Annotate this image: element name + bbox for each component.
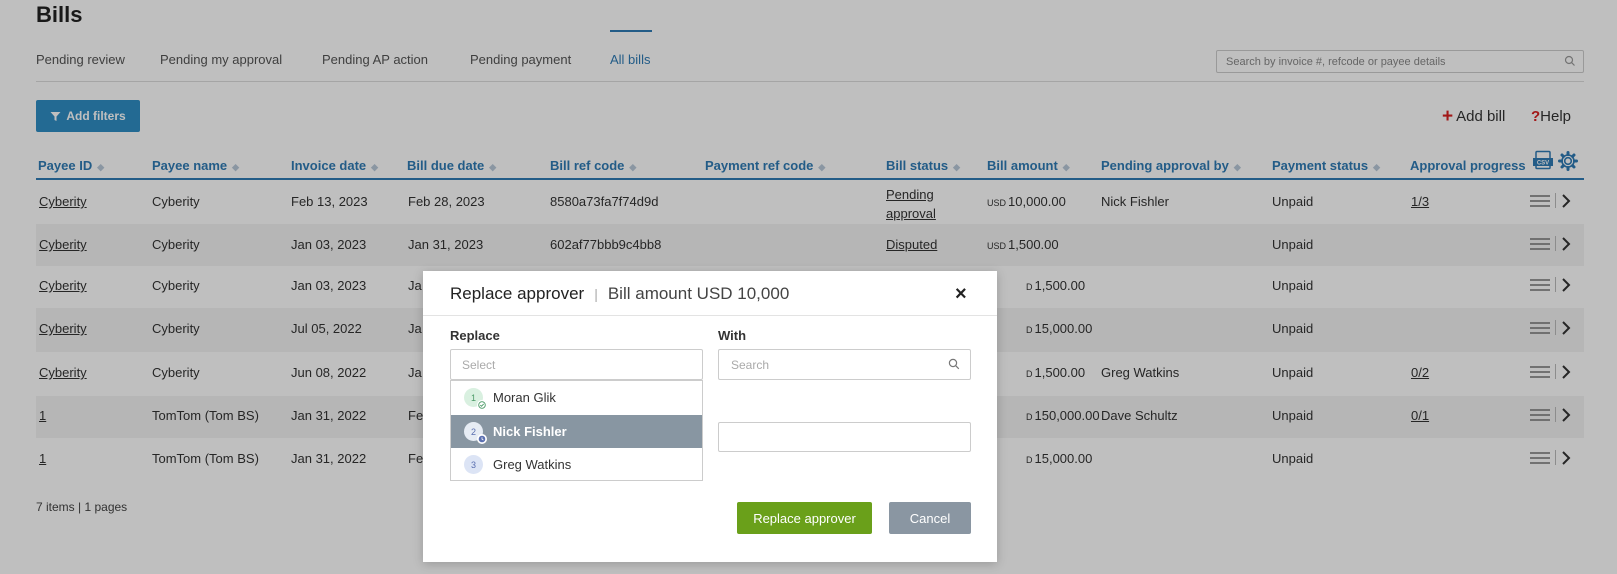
approver-order-badge: 1: [464, 388, 487, 410]
replace-label: Replace: [450, 328, 500, 343]
close-icon[interactable]: ×: [955, 284, 967, 304]
search-icon: [948, 358, 960, 370]
dialog-header: Replace approver | Bill amount USD 10,000 …: [423, 271, 997, 316]
with-search-input[interactable]: [718, 349, 971, 380]
approved-check-icon: [477, 400, 487, 410]
with-label: With: [718, 328, 747, 343]
dialog-title-text: Replace approver: [450, 284, 585, 303]
approver-input[interactable]: [718, 422, 971, 452]
replace-approver-button[interactable]: Replace approver: [737, 502, 872, 534]
replace-dropdown-list: 1 Moran Glik 2 Nick Fishler 3 Greg Watki…: [450, 380, 703, 481]
approver-order-badge: 2: [464, 422, 487, 444]
dropdown-option-moran-glik[interactable]: 1 Moran Glik: [451, 381, 702, 414]
approver-order-badge: 3: [464, 455, 483, 474]
dialog-title: Replace approver | Bill amount USD 10,000: [450, 284, 789, 304]
dropdown-option-greg-watkins[interactable]: 3 Greg Watkins: [451, 448, 702, 481]
option-name: Nick Fishler: [493, 424, 567, 439]
cancel-button[interactable]: Cancel: [889, 502, 971, 534]
replace-select[interactable]: [450, 349, 703, 380]
dropdown-option-nick-fishler[interactable]: 2 Nick Fishler: [451, 415, 702, 448]
option-name: Greg Watkins: [493, 457, 572, 472]
title-divider: |: [594, 286, 598, 302]
option-name: Moran Glik: [493, 390, 556, 405]
replace-approver-dialog: Replace approver | Bill amount USD 10,000 …: [423, 271, 997, 562]
bill-amount-subtitle: Bill amount USD 10,000: [607, 284, 790, 303]
pending-clock-icon: [477, 434, 487, 444]
